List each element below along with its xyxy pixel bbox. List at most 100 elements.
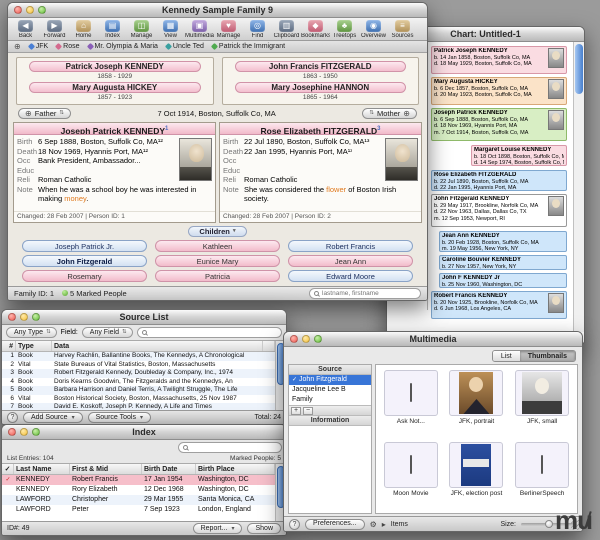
chart-person-box[interactable]: Rose Elizabeth FITZGERALD b. 22 Jul 1890… <box>431 170 567 191</box>
mother-button[interactable]: ⇅Mother⊕ <box>362 108 417 119</box>
close-button[interactable] <box>8 313 16 321</box>
table-row[interactable]: 7BookDavid E. Koskoff, Joseph P. Kennedy… <box>2 403 275 410</box>
toolbar-home[interactable]: ⌂Home <box>69 19 98 40</box>
note-link[interactable]: flower <box>326 185 346 194</box>
media-item[interactable]: JFK, portrait <box>444 368 510 440</box>
media-item[interactable]: BerlinerSpeech <box>509 440 575 512</box>
table-header[interactable]: # Type Data <box>2 341 275 352</box>
toolbar-multimedia[interactable]: ▣Multimedia <box>185 19 214 40</box>
column-mark[interactable]: ✓ <box>2 464 14 474</box>
chart-person-box[interactable]: Patrick Joseph KENNEDY b. 14 Jan 1858, B… <box>431 46 567 74</box>
zoom-button[interactable] <box>32 428 40 436</box>
toolbar-overview[interactable]: ◉Overview <box>359 19 388 40</box>
spouse-arrows-icon[interactable]: ⇅ <box>59 111 64 117</box>
person-button[interactable]: John Francis FITZGERALD <box>235 61 407 72</box>
scrollbar-thumb[interactable] <box>575 44 583 94</box>
source-search-field[interactable] <box>137 327 282 338</box>
report-button[interactable]: Report... <box>193 523 243 534</box>
action-gear-icon[interactable]: ⚙ <box>370 520 377 529</box>
column-birth-place[interactable]: Birth Place <box>196 464 275 474</box>
chart-person-box[interactable]: Robert Francis KENNEDY b. 20 Nov 1925, B… <box>431 291 567 319</box>
note-link[interactable]: money <box>64 194 86 203</box>
source-tools-button[interactable]: Source Tools <box>88 412 151 423</box>
add-bookmark-icon[interactable]: ⊕ <box>14 42 21 51</box>
help-button[interactable]: ? <box>289 519 300 530</box>
column-type[interactable]: Type <box>16 341 52 351</box>
person-button[interactable]: Patrick Joseph KENNEDY <box>29 61 201 72</box>
child-button[interactable]: Rosemary <box>22 270 147 282</box>
chart-person-box[interactable]: John Fitzgerald KENNEDY b. 29 May 1917, … <box>431 194 567 227</box>
toolbar-manage[interactable]: ◫Manage <box>127 19 156 40</box>
bookmark-olympia-maria[interactable]: Mr. Olympia & Maria <box>88 43 158 50</box>
child-button[interactable]: Eunice Mary <box>155 255 280 267</box>
media-source-item[interactable]: Jacqueline Lee B <box>289 385 371 395</box>
search-input[interactable] <box>191 444 277 451</box>
list-view-button[interactable]: List <box>493 351 520 361</box>
table-header[interactable]: ✓ Last Name First & Mid Birth Date Birth… <box>2 464 275 475</box>
husband-photo[interactable] <box>179 138 212 181</box>
child-button[interactable]: Kathleen <box>155 240 280 252</box>
media-item[interactable]: JFK, election post <box>444 440 510 512</box>
husband-name-button[interactable]: Joseph Patrick KENNEDY1 <box>14 123 215 135</box>
chart-person-box[interactable]: Margaret Louise KENNEDY b. 18 Oct 1898, … <box>471 145 567 166</box>
toolbar-treetops[interactable]: ♣Treetops <box>330 19 359 40</box>
index-search-field[interactable] <box>178 442 282 453</box>
show-button[interactable]: Show <box>247 523 281 534</box>
child-button[interactable]: Robert Francis <box>288 240 413 252</box>
table-row[interactable]: 4BookDoris Kearns Goodwin, The Fitzgeral… <box>2 378 275 387</box>
child-button[interactable]: Joseph Patrick Jr. <box>22 240 147 252</box>
add-button[interactable]: + <box>291 407 301 415</box>
toolbar-back[interactable]: ◀Back <box>11 19 40 40</box>
table-row[interactable]: 5BookBarbara Harrison and Daniel Terris,… <box>2 386 275 395</box>
bookmark-jfk[interactable]: JFK <box>29 43 48 50</box>
spouse-arrows-icon[interactable]: ⇅ <box>369 111 374 117</box>
media-source-item[interactable]: Family <box>289 395 371 405</box>
wife-name-button[interactable]: Rose Elizabeth FITZGERALD3 <box>220 123 421 135</box>
toolbar-bookmarks[interactable]: ◆Bookmarks <box>301 19 330 40</box>
toolbar-forward[interactable]: ▶Forward <box>40 19 69 40</box>
bookmark-patrick-immigrant[interactable]: Patrick the Immigrant <box>212 43 285 50</box>
table-row[interactable]: 1BookHarvey Rachlin, Ballantine Books, T… <box>2 352 275 361</box>
chart-person-box[interactable]: Jean Ann KENNEDY b. 20 Feb 1928, Boston,… <box>439 231 567 252</box>
wife-photo[interactable] <box>385 138 418 181</box>
bookmark-uncle-ted[interactable]: Uncle Ted <box>166 43 204 50</box>
close-button[interactable] <box>8 428 16 436</box>
toolbar-view[interactable]: ▦View <box>156 19 185 40</box>
table-row[interactable]: 6VitalBoston Historical Society, Boston,… <box>2 395 275 404</box>
index-titlebar[interactable]: Index <box>2 425 286 440</box>
person-button[interactable]: Mary Augusta HICKEY <box>29 82 201 93</box>
media-item[interactable]: Ask Not... <box>378 368 444 440</box>
help-button[interactable]: ? <box>7 412 18 423</box>
minimize-button[interactable] <box>20 428 28 436</box>
close-button[interactable] <box>14 6 22 14</box>
zoom-button[interactable] <box>314 335 322 343</box>
multimedia-titlebar[interactable]: Multimedia <box>284 332 582 347</box>
column-data[interactable]: Data <box>52 341 263 351</box>
search-input[interactable] <box>322 290 416 297</box>
minimize-button[interactable] <box>26 6 34 14</box>
person-search-field[interactable] <box>309 288 421 299</box>
column-first-mid[interactable]: First & Mid <box>70 464 142 474</box>
slider-knob[interactable] <box>545 520 553 528</box>
type-filter-popup[interactable]: Any Type⇅ <box>6 327 57 338</box>
bookmark-rose[interactable]: Rose <box>56 43 79 50</box>
media-item[interactable]: Moon Movie <box>378 440 444 512</box>
toolbar-find[interactable]: ◎Find <box>243 19 272 40</box>
table-row[interactable]: 3BookRobert Fitzgerald Kennedy, Doubleda… <box>2 369 275 378</box>
children-button[interactable]: Children▾ <box>188 226 246 237</box>
column-number[interactable]: # <box>2 341 16 351</box>
toolbar-clipboard[interactable]: ▥Clipboard <box>272 19 301 40</box>
preferences-button[interactable]: Preferences... <box>305 519 365 530</box>
chart-person-box[interactable]: Mary Augusta HICKEY b. 6 Dec 1857, Bosto… <box>431 77 567 105</box>
zoom-button[interactable] <box>32 313 40 321</box>
column-birth-date[interactable]: Birth Date <box>142 464 196 474</box>
column-media-icon[interactable] <box>263 341 275 351</box>
search-input[interactable] <box>150 329 277 336</box>
child-button[interactable]: Edward Moore <box>288 270 413 282</box>
chart-person-box[interactable]: Joseph Patrick KENNEDY b. 6 Sep 1888, Bo… <box>431 108 567 141</box>
source-titlebar[interactable]: Source List <box>2 310 286 325</box>
index-row[interactable]: LAWFORDPeter7 Sep 1923London, England <box>2 505 275 515</box>
child-button[interactable]: Jean Ann <box>288 255 413 267</box>
chart-person-box[interactable]: John F KENNEDY Jr b. 25 Nov 1960, Washin… <box>439 273 567 288</box>
father-button[interactable]: ⊕Father⇅ <box>18 108 71 119</box>
